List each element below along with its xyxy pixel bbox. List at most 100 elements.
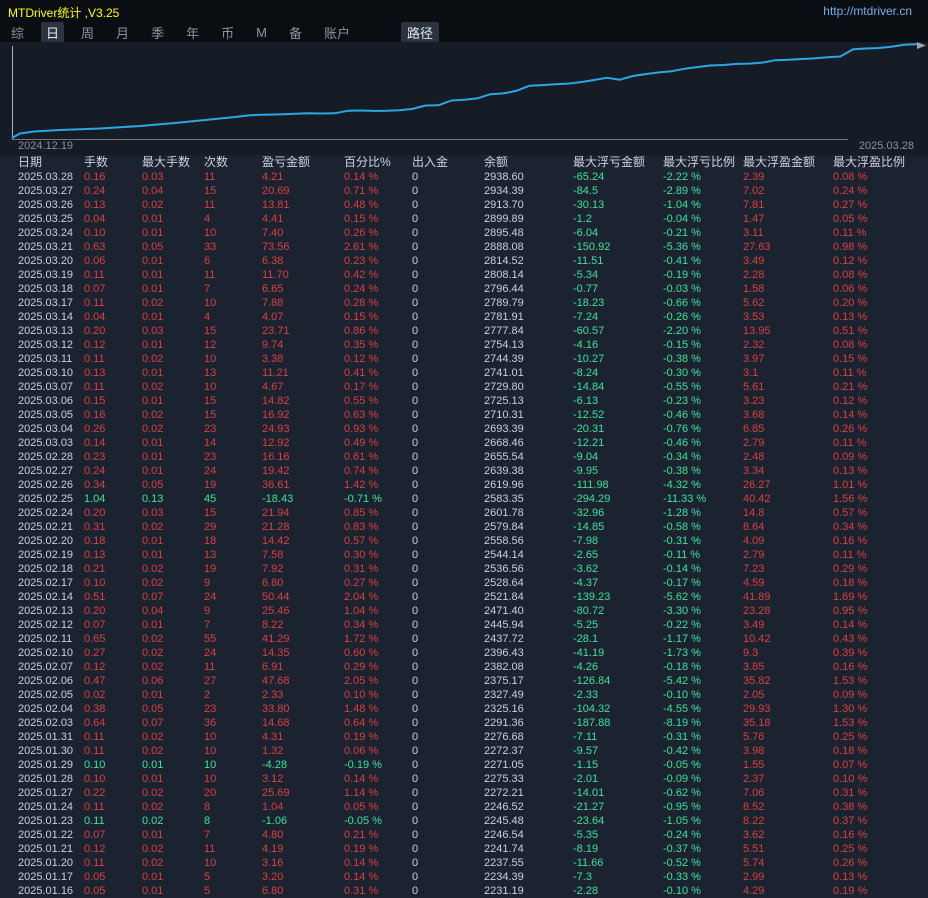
table-cell: -0.95 % [663, 801, 701, 813]
table-cell: 0 [412, 731, 419, 743]
table-cell: 2325.16 [484, 703, 524, 715]
table-cell: -7.11 [573, 731, 598, 743]
table-cell: 2025.03.06 [18, 395, 74, 407]
table-cell: 25.69 [262, 787, 290, 799]
table-cell: 0.14 % [344, 857, 379, 869]
menu-item-季[interactable]: 季 [146, 22, 169, 43]
table-cell: 0.14 % [344, 871, 379, 883]
table-cell: 2655.54 [484, 451, 524, 463]
table-cell: 0.20 [84, 507, 106, 519]
table-cell: 0.26 % [833, 423, 868, 435]
menu-item-币[interactable]: 币 [216, 22, 239, 43]
table-cell: 19.42 [262, 465, 290, 477]
menu-item-年[interactable]: 年 [181, 22, 204, 43]
table-cell: 8 [204, 801, 211, 813]
table-cell: -5.36 % [663, 241, 701, 253]
table-cell: 0.24 [84, 185, 106, 197]
table-cell: 2025.02.06 [18, 675, 74, 687]
table-cell: 0 [412, 885, 419, 897]
table-cell: 0 [412, 479, 419, 491]
table-cell: 2237.55 [484, 857, 524, 869]
table-cell: 3.20 [262, 871, 284, 883]
table-row: 2025.01.28 0.10 0.01 10 3.12 0.14 % 0 2275.33 -2… [0, 772, 928, 786]
menu-item-M[interactable]: M [251, 24, 272, 41]
table-cell: 0 [412, 829, 419, 841]
table-cell: 7 [204, 829, 211, 841]
table-cell: 0.01 [142, 885, 164, 897]
table-cell: -1.05 % [663, 815, 701, 827]
table-cell: 15 [204, 507, 217, 519]
table-cell: -0.71 % [344, 493, 382, 505]
table-cell: 0.11 [84, 745, 105, 757]
table-cell: 0.05 [142, 241, 164, 253]
table-row: 2025.02.27 0.24 0.01 24 19.42 0.74 % 0 2639.38 -… [0, 464, 928, 478]
table-cell: 2275.33 [484, 773, 524, 785]
table-row: 2025.03.24 0.10 0.01 10 7.40 0.26 % 0 2895.48 -6… [0, 226, 928, 240]
table-cell: 0.24 % [833, 185, 868, 197]
table-cell: 2025.02.21 [18, 521, 74, 533]
menu-item-综[interactable]: 综 [6, 22, 29, 43]
table-cell: 2528.64 [484, 577, 524, 589]
table-cell: 2025.02.18 [18, 563, 74, 575]
table-cell: -7.24 [573, 311, 599, 323]
table-cell: 0 [412, 465, 419, 477]
table-cell: 1.01 % [833, 479, 868, 491]
table-cell: 15 [204, 409, 217, 421]
table-cell: 2.48 [743, 451, 765, 463]
table-cell: 0.31 [84, 521, 106, 533]
table-cell: -11.51 [573, 255, 604, 267]
table-cell: 0.22 [84, 787, 106, 799]
table-cell: 0.11 [84, 297, 105, 309]
menu-item-备[interactable]: 备 [284, 22, 307, 43]
site-link[interactable]: http://mtdriver.cn [823, 4, 912, 18]
table-cell: 0.01 [142, 465, 164, 477]
table-cell: 10 [204, 353, 217, 365]
table-cell: 0.16 [84, 409, 106, 421]
table-row: 2025.03.18 0.07 0.01 7 6.65 0.24 % 0 2796.44 -0.… [0, 282, 928, 296]
table-cell: 2437.72 [484, 633, 524, 645]
table-cell: -4.16 [573, 339, 599, 351]
menu-item-月[interactable]: 月 [111, 22, 134, 43]
column-header: 手数 [84, 155, 109, 169]
table-cell: 3.98 [743, 745, 765, 757]
table-cell: 3.62 [743, 829, 765, 841]
table-cell: 45 [204, 493, 217, 505]
table-cell: 0.10 [84, 227, 106, 239]
table-cell: 0.03 [142, 325, 164, 337]
table-row: 2025.02.18 0.21 0.02 19 7.92 0.31 % 0 2536.56 -3… [0, 562, 928, 576]
table-cell: -0.42 % [663, 745, 701, 757]
table-cell: 0.01 [142, 437, 164, 449]
menu-item-日[interactable]: 日 [41, 21, 65, 43]
table-cell: 0.10 [84, 577, 106, 589]
table-cell: 0.42 % [344, 269, 379, 281]
table-cell: 13 [204, 367, 217, 379]
table-cell: 2741.01 [484, 367, 524, 379]
table-cell: 2025.02.24 [18, 507, 74, 519]
table-row: 2025.01.20 0.11 0.02 10 3.16 0.14 % 0 2237.55 -1… [0, 856, 928, 870]
table-cell: 0.14 % [344, 773, 379, 785]
path-button[interactable]: 路径 [400, 21, 439, 43]
table-cell: 0 [412, 857, 419, 869]
table-cell: 3.1 [743, 367, 759, 379]
table-cell: -0.55 % [663, 381, 701, 393]
table-cell: 10 [204, 731, 217, 743]
menu-item-周[interactable]: 周 [76, 22, 99, 43]
table-row: 2025.02.21 0.31 0.02 29 21.28 0.83 % 0 2579.84 -… [0, 520, 928, 534]
table-cell: 0.41 % [344, 367, 379, 379]
table-cell: 5 [204, 871, 211, 883]
table-cell: 0.11 % [833, 437, 867, 449]
table-cell: 0.34 % [833, 521, 868, 533]
menu-item-账户[interactable]: 账户 [319, 22, 355, 43]
table-cell: 24 [204, 591, 217, 603]
table-cell: 2895.48 [484, 227, 524, 239]
table-cell: 0.02 [142, 745, 164, 757]
table-cell: 0.12 [84, 661, 106, 673]
table-cell: 0.04 [142, 185, 164, 197]
table-cell: 0 [412, 521, 419, 533]
table-cell: 20 [204, 787, 217, 799]
table-cell: 0 [412, 647, 419, 659]
table-cell: 5.62 [743, 297, 765, 309]
table-cell: 0.25 % [833, 843, 868, 855]
table-cell: -0.17 % [663, 577, 701, 589]
table-row: 2025.01.21 0.12 0.02 11 4.19 0.19 % 0 2241.74 -8… [0, 842, 928, 856]
